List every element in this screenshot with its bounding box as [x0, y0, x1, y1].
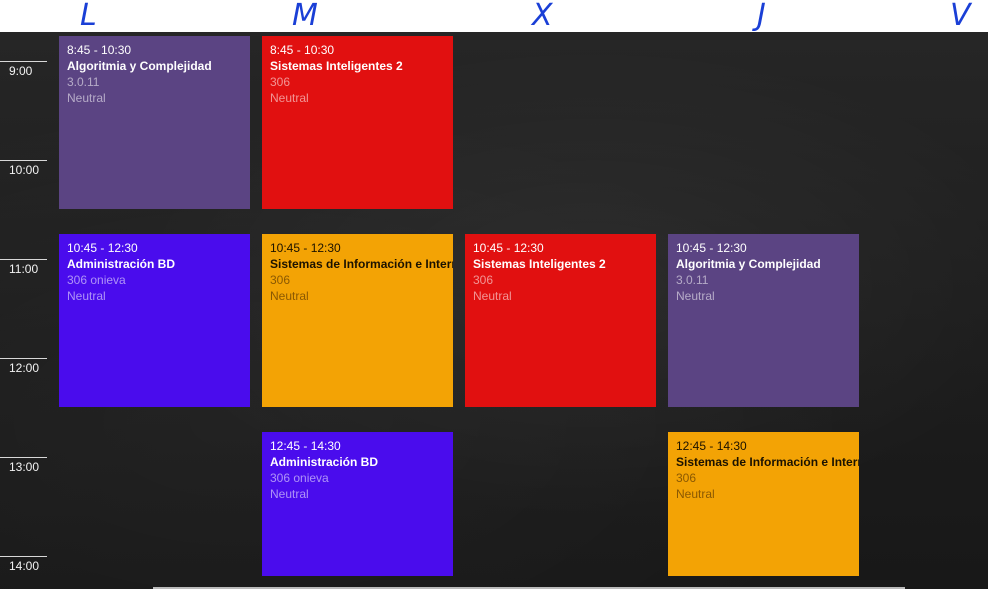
event-room: 3.0.11: [67, 75, 100, 89]
event-time: 10:45 - 12:30: [676, 241, 747, 255]
hour-divider: [0, 259, 47, 260]
event-status: Neutral: [67, 91, 106, 105]
event-card[interactable]: 10:45 - 12:30 Algoritmia y Complejidad 3…: [668, 234, 859, 407]
time-label: 14:00: [9, 559, 40, 573]
event-card[interactable]: 10:45 - 12:30 Sistemas Inteligentes 2 30…: [465, 234, 656, 407]
hour-divider: [0, 160, 47, 161]
event-card[interactable]: 10:45 - 12:30 Administración BD 306 onie…: [59, 234, 250, 407]
hour-divider: [0, 358, 47, 359]
time-label: 10:00: [9, 163, 40, 177]
event-room: 3.0.11: [676, 273, 709, 287]
event-title: Sistemas de Información e Interr: [676, 455, 859, 469]
event-status: Neutral: [67, 289, 106, 303]
event-time: 10:45 - 12:30: [473, 241, 544, 255]
event-title: Sistemas Inteligentes 2: [270, 59, 403, 73]
day-header: L M X J V: [0, 0, 988, 33]
event-status: Neutral: [270, 487, 309, 501]
time-label: 11:00: [9, 262, 39, 276]
event-time: 10:45 - 12:30: [67, 241, 138, 255]
event-title: Sistemas Inteligentes 2: [473, 257, 606, 271]
day-label-tuesday: M: [292, 0, 319, 33]
event-title: Algoritmia y Complejidad: [676, 257, 821, 271]
event-card[interactable]: 8:45 - 10:30 Sistemas Inteligentes 2 306…: [262, 36, 453, 209]
event-room: 306: [270, 273, 291, 287]
day-label-thursday: J: [757, 0, 767, 33]
time-label: 12:00: [9, 361, 40, 375]
time-label: 9:00: [9, 64, 33, 78]
event-time: 8:45 - 10:30: [67, 43, 132, 57]
event-room: 306: [473, 273, 494, 287]
event-room: 306: [676, 471, 697, 485]
event-time: 12:45 - 14:30: [676, 439, 747, 453]
event-room: 306 onieva: [270, 471, 329, 485]
day-label-friday: V: [950, 0, 972, 33]
event-time: 8:45 - 10:30: [270, 43, 335, 57]
time-label: 13:00: [9, 460, 40, 474]
day-label-monday: L: [80, 0, 98, 33]
event-status: Neutral: [270, 91, 309, 105]
event-card[interactable]: 8:45 - 10:30 Algoritmia y Complejidad 3.…: [59, 36, 250, 209]
event-card[interactable]: 12:45 - 14:30 Sistemas de Información e …: [668, 432, 859, 576]
event-room: 306: [270, 75, 291, 89]
event-time: 12:45 - 14:30: [270, 439, 341, 453]
hour-divider: [0, 457, 47, 458]
event-status: Neutral: [676, 289, 715, 303]
event-card[interactable]: 10:45 - 12:30 Sistemas de Información e …: [262, 234, 453, 407]
event-room: 306 onieva: [67, 273, 126, 287]
hour-divider: [0, 61, 47, 62]
event-card[interactable]: 12:45 - 14:30 Administración BD 306 onie…: [262, 432, 453, 576]
hour-divider: [0, 556, 47, 557]
event-title: Algoritmia y Complejidad: [67, 59, 212, 73]
event-status: Neutral: [676, 487, 715, 501]
event-title: Sistemas de Información e Interr: [270, 257, 453, 271]
event-title: Administración BD: [270, 455, 379, 469]
event-title: Administración BD: [67, 257, 176, 271]
event-status: Neutral: [270, 289, 309, 303]
day-label-wednesday: X: [532, 0, 554, 33]
event-status: Neutral: [473, 289, 512, 303]
event-time: 10:45 - 12:30: [270, 241, 341, 255]
